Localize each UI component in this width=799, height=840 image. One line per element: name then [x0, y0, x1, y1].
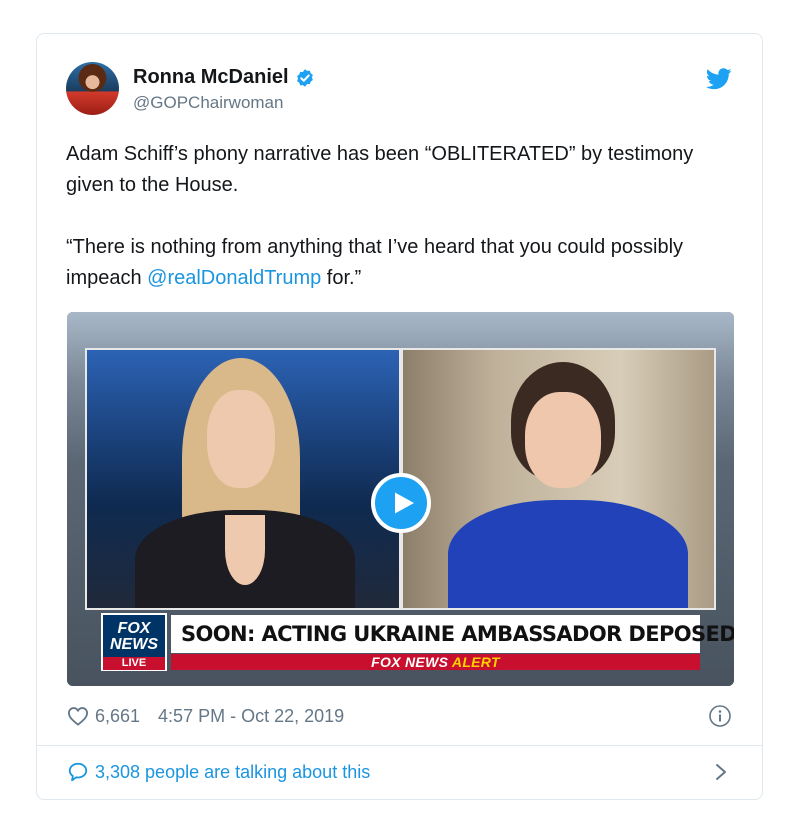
twitter-bird-icon[interactable] — [706, 68, 732, 90]
author-name[interactable]: Ronna McDaniel — [133, 66, 289, 89]
tweet-paragraph-2: “There is nothing from anything that I’v… — [66, 232, 726, 294]
tweet-timestamp[interactable]: 4:57 PM - Oct 22, 2019 — [158, 706, 344, 727]
news-headline: SOON: ACTING UKRAINE AMBASSADOR DEPOSED — [171, 615, 734, 653]
tweet-header: Ronna McDaniel @GOPChairwoman — [66, 62, 738, 118]
video-media[interactable]: FOX NEWS LIVE SOON: ACTING UKRAINE AMBAS… — [67, 312, 734, 686]
author-handle[interactable]: @GOPChairwoman — [133, 93, 315, 113]
tweet-text: Adam Schiff’s phony narrative has been “… — [66, 139, 726, 325]
logo-line-1: FOX — [117, 620, 151, 637]
alert-brand: FOX NEWS — [371, 654, 449, 670]
mention-link[interactable]: @realDonaldTrump — [147, 267, 321, 289]
play-icon — [394, 492, 414, 514]
avatar[interactable] — [66, 62, 119, 115]
logo-line-2: NEWS — [110, 636, 158, 653]
video-pane-anchor — [85, 348, 401, 610]
chevron-right-icon[interactable] — [714, 762, 728, 782]
verified-badge-icon — [296, 68, 313, 87]
news-alert-bar: FOX NEWS ALERT — [171, 654, 700, 670]
guest-body — [448, 500, 688, 608]
speech-bubble-icon — [68, 762, 88, 782]
author-name-row: Ronna McDaniel — [133, 66, 315, 89]
info-icon[interactable] — [708, 704, 732, 728]
anchor-collar — [225, 515, 265, 585]
tweet-paragraph-1: Adam Schiff’s phony narrative has been “… — [66, 143, 694, 196]
video-pane-guest — [401, 348, 716, 610]
quote-text-after: for.” — [321, 267, 362, 289]
like-count[interactable]: 6,661 — [95, 706, 140, 727]
alert-word: ALERT — [451, 654, 500, 670]
footer-divider — [37, 745, 762, 746]
logo-live: LIVE — [103, 657, 165, 670]
conversation-footer[interactable]: 3,308 people are talking about this — [67, 758, 732, 786]
news-lower-third: FOX NEWS LIVE SOON: ACTING UKRAINE AMBAS… — [67, 611, 734, 676]
tweet-meta: 6,661 4:57 PM - Oct 22, 2019 — [67, 704, 732, 728]
talking-count-link[interactable]: 3,308 people are talking about this — [95, 762, 370, 783]
tweet-embed-card: Ronna McDaniel @GOPChairwoman Adam Schif… — [36, 33, 763, 800]
play-button[interactable] — [371, 473, 431, 533]
fox-news-logo: FOX NEWS LIVE — [101, 613, 167, 671]
author-block[interactable]: Ronna McDaniel @GOPChairwoman — [133, 66, 315, 113]
anchor-face — [207, 390, 275, 488]
heart-icon[interactable] — [67, 706, 89, 726]
guest-face — [525, 392, 601, 488]
